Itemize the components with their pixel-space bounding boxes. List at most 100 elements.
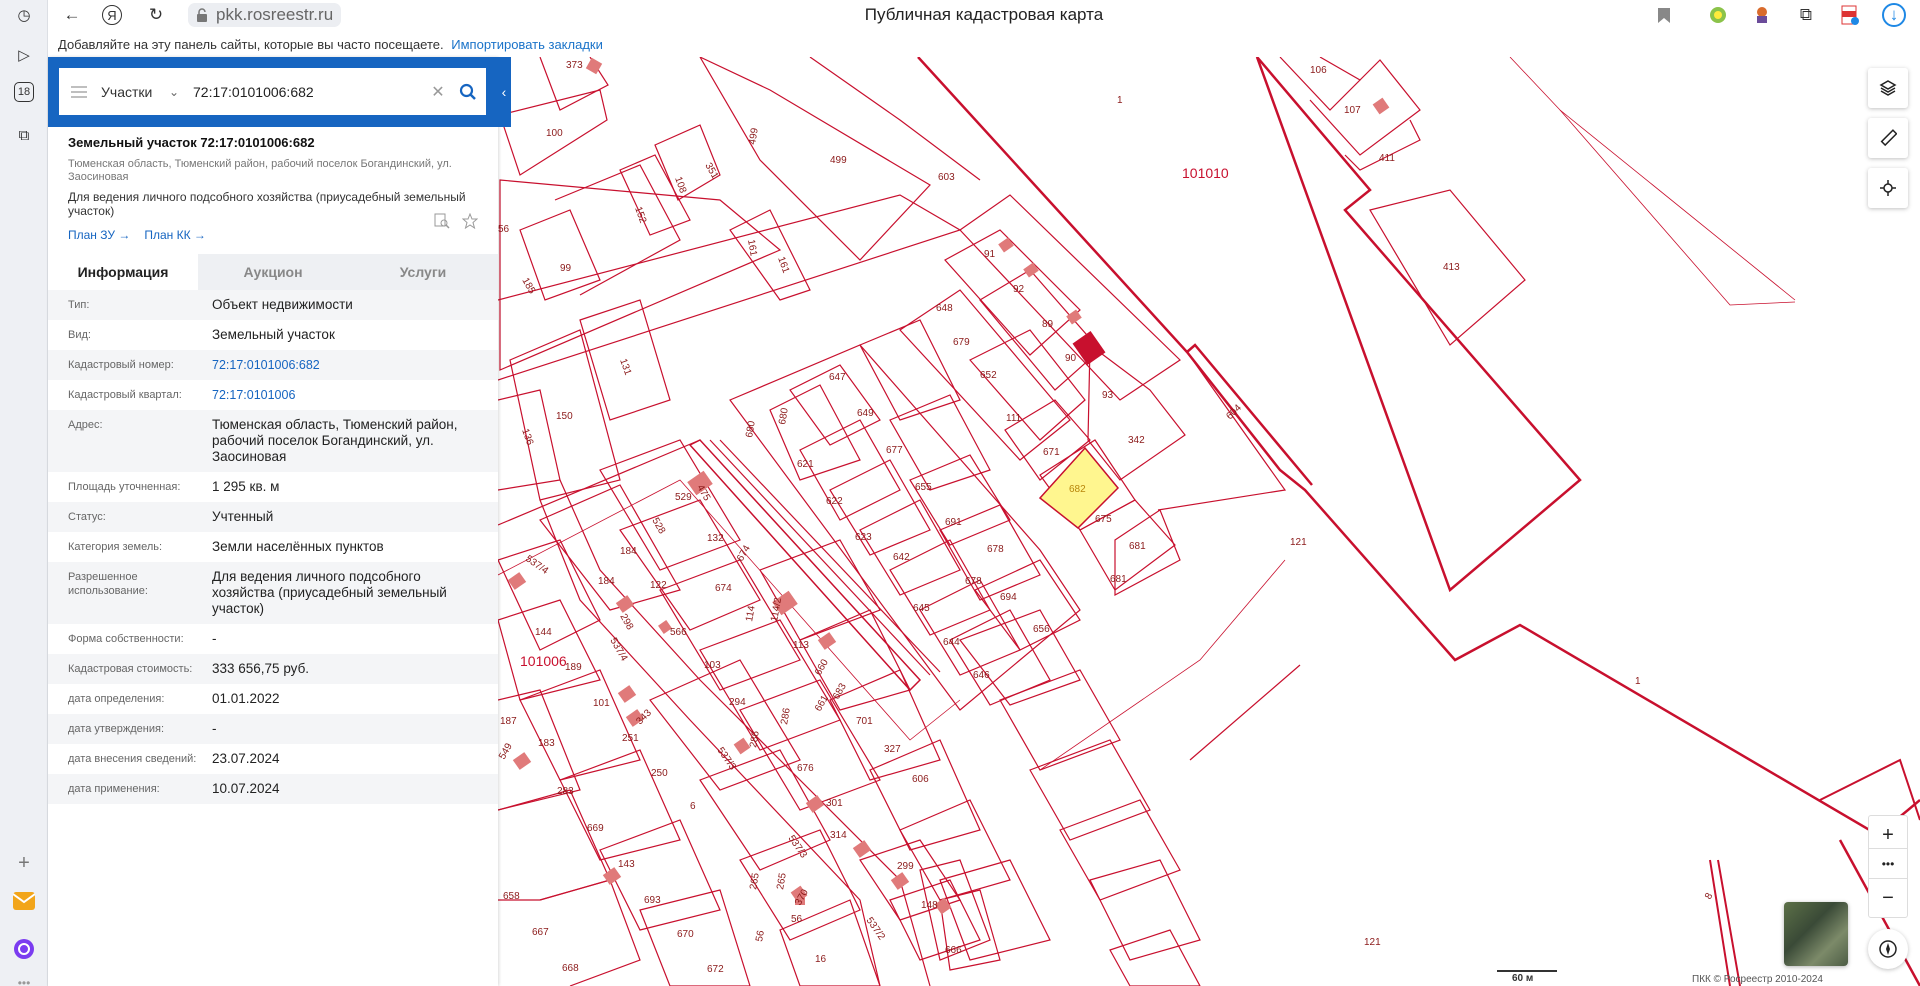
- svg-text:666: 666: [945, 945, 962, 956]
- star-icon[interactable]: [462, 213, 478, 229]
- svg-text:537/3: 537/3: [715, 745, 739, 772]
- info-row: Категория земель: Земли населённых пункто…: [48, 532, 498, 562]
- info-value: 01.01.2022: [212, 691, 280, 706]
- bookmark-icon[interactable]: [1652, 3, 1676, 27]
- compass-icon: [1879, 940, 1897, 958]
- svg-text:693: 693: [644, 895, 661, 906]
- svg-text:645: 645: [913, 603, 930, 614]
- svg-text:327: 327: [884, 744, 901, 755]
- info-value: Земельный участок: [212, 327, 335, 342]
- menu-icon[interactable]: [59, 68, 99, 115]
- zoom-more-button[interactable]: •••: [1868, 848, 1908, 880]
- calendar-icon[interactable]: 18: [14, 82, 34, 102]
- svg-text:56: 56: [754, 929, 767, 942]
- address-bar[interactable]: pkk.rosreestr.ru: [188, 3, 342, 27]
- yandex-icon[interactable]: Я: [102, 5, 122, 25]
- svg-text:161: 161: [775, 255, 791, 275]
- svg-text:678: 678: [965, 576, 982, 587]
- extension-green-icon[interactable]: [1706, 3, 1730, 27]
- info-panel: Участки ⌄ ✕ ‹ Земельный участок 72:17:01…: [48, 57, 511, 986]
- info-row: дата внесения сведений: 23.07.2024: [48, 744, 498, 774]
- svg-text:122: 122: [650, 580, 667, 591]
- tab-services[interactable]: Услуги: [348, 254, 498, 290]
- search-icon[interactable]: [450, 68, 486, 115]
- search-input[interactable]: [189, 71, 426, 112]
- screenshot-icon[interactable]: ⧉: [11, 122, 37, 148]
- plan-zu-link[interactable]: План ЗУ →: [68, 228, 130, 242]
- svg-text:132: 132: [707, 533, 724, 544]
- info-value-link[interactable]: 72:17:0101006:682: [212, 357, 482, 373]
- svg-text:301: 301: [826, 798, 843, 809]
- locate-button[interactable]: [1868, 168, 1908, 208]
- browser-side-rail: ◷ ▷ 18 ⧉ + •••: [0, 0, 48, 986]
- video-icon[interactable]: ▷: [11, 42, 37, 68]
- svg-text:314: 314: [830, 830, 847, 841]
- info-key: Адрес:: [68, 419, 103, 431]
- back-icon[interactable]: ←: [60, 3, 84, 27]
- collapse-panel-button[interactable]: ‹: [497, 57, 511, 127]
- svg-text:668: 668: [562, 963, 579, 974]
- info-key: Статус:: [68, 511, 106, 523]
- more-icon[interactable]: •••: [11, 970, 37, 986]
- svg-text:90: 90: [1065, 353, 1077, 364]
- info-row: Кадастровый номер: 72:17:0101006:682: [48, 350, 498, 380]
- search-type-select[interactable]: Участки: [99, 84, 169, 100]
- svg-text:549: 549: [498, 741, 515, 761]
- svg-text:101010: 101010: [1182, 165, 1229, 181]
- svg-text:148: 148: [921, 900, 938, 911]
- zoom-out-button[interactable]: −: [1868, 878, 1908, 918]
- minus-icon: −: [1882, 886, 1894, 909]
- download-icon[interactable]: ↓: [1882, 3, 1906, 27]
- tab-info[interactable]: Информация: [48, 254, 198, 290]
- compass-button[interactable]: [1868, 929, 1908, 969]
- svg-text:672: 672: [707, 964, 724, 975]
- ruler-icon: [1880, 129, 1897, 147]
- svg-text:143: 143: [618, 859, 635, 870]
- info-row: Разрешенное использование: Для ведения ли…: [48, 562, 498, 624]
- svg-text:1: 1: [1635, 676, 1641, 687]
- layers-button[interactable]: [1868, 68, 1908, 108]
- pdf-icon[interactable]: [1838, 3, 1862, 27]
- svg-text:671: 671: [1043, 447, 1060, 458]
- svg-text:680: 680: [777, 407, 791, 426]
- info-value: Земли населённых пунктов: [212, 539, 384, 554]
- svg-text:537/4: 537/4: [523, 553, 550, 577]
- chevron-down-icon[interactable]: ⌄: [169, 85, 189, 99]
- add-icon[interactable]: +: [11, 850, 37, 876]
- reload-icon[interactable]: ↻: [144, 3, 168, 27]
- svg-text:413: 413: [1443, 262, 1460, 273]
- cadastral-map[interactable]: 373 100 351 108 152 499 499 603 1 106 107 411 10…: [498, 57, 1920, 986]
- info-key: дата определения:: [68, 693, 165, 705]
- svg-text:106: 106: [1310, 65, 1327, 76]
- extension-figure-icon[interactable]: [1750, 3, 1774, 27]
- plan-kk-link[interactable]: План КК →: [144, 228, 206, 242]
- tab-auction[interactable]: Аукцион: [198, 254, 348, 290]
- object-actions: [434, 213, 478, 229]
- collections-icon[interactable]: ⧉: [1794, 3, 1818, 27]
- svg-text:622: 622: [826, 496, 843, 507]
- svg-text:183: 183: [538, 738, 555, 749]
- clear-icon[interactable]: ✕: [426, 82, 450, 102]
- info-key: Кадастровый квартал:: [68, 389, 182, 401]
- bookmarks-bar: Добавляйте на эту панель сайты, которые …: [48, 33, 1920, 57]
- measure-button[interactable]: [1868, 118, 1908, 158]
- svg-text:674: 674: [715, 583, 732, 594]
- svg-text:121: 121: [1290, 537, 1307, 548]
- svg-text:184: 184: [598, 576, 615, 587]
- svg-text:114/2: 114/2: [769, 596, 784, 622]
- info-value: Для ведения личного подсобного хозяйства…: [212, 569, 447, 616]
- svg-text:676: 676: [797, 763, 814, 774]
- svg-text:649: 649: [857, 408, 874, 419]
- mail-icon[interactable]: [11, 888, 37, 914]
- info-key: дата внесения сведений:: [68, 753, 197, 765]
- info-row: Кадастровый квартал: 72:17:0101006: [48, 380, 498, 410]
- zoom-to-object-icon[interactable]: [434, 213, 450, 229]
- info-value: -: [212, 631, 217, 646]
- basemap-switcher-thumbnail[interactable]: [1784, 902, 1848, 966]
- alice-icon[interactable]: [11, 936, 37, 962]
- import-bookmarks-link[interactable]: Импортировать закладки: [451, 37, 603, 52]
- history-icon[interactable]: ◷: [11, 2, 37, 28]
- info-key: Кадастровый номер:: [68, 359, 174, 371]
- svg-text:691: 691: [945, 517, 962, 528]
- info-value-link[interactable]: 72:17:0101006: [212, 387, 482, 403]
